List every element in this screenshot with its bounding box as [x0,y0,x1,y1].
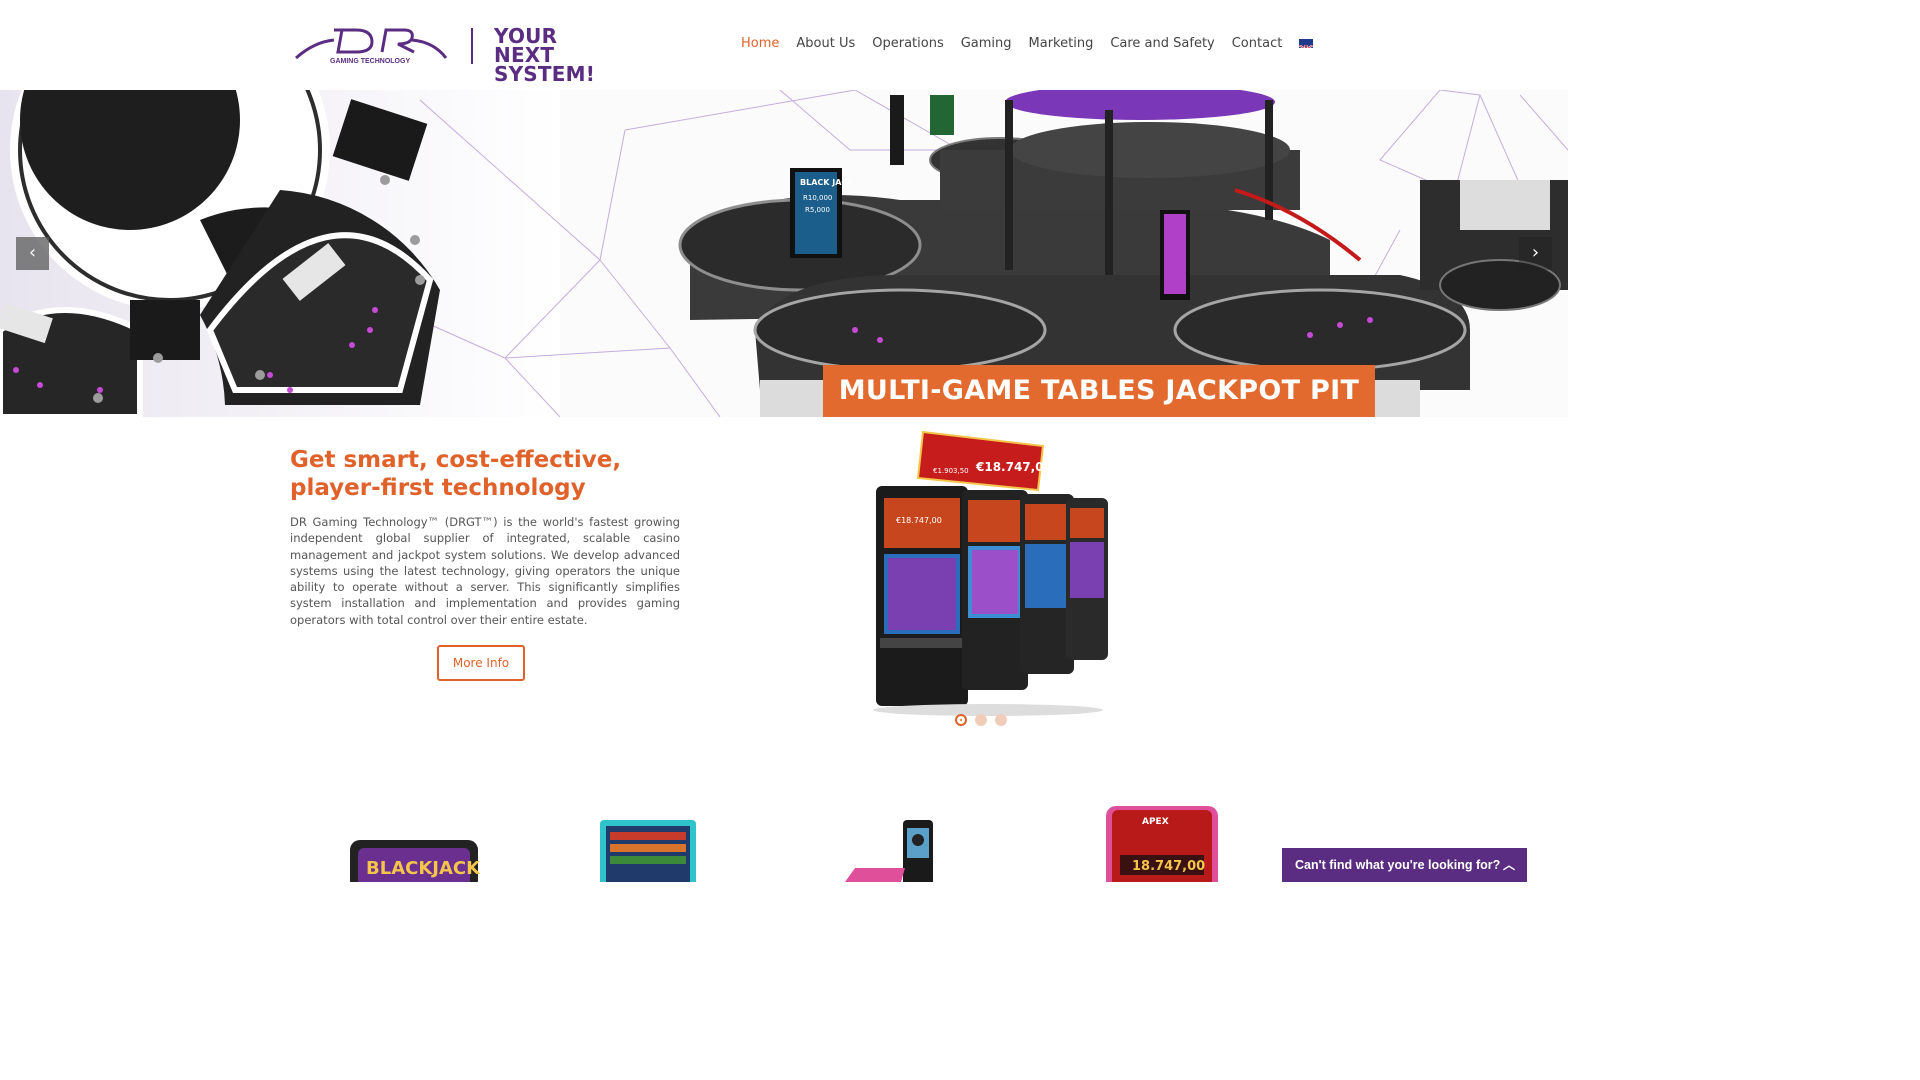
uk-flag-icon[interactable] [1299,39,1314,48]
svg-text:BLACKJACK: BLACKJACK [366,858,480,879]
product-gaming-screen[interactable] [596,818,700,882]
nav-contact[interactable]: Contact [1232,36,1283,51]
chevron-up-icon: ︿ [1502,858,1515,872]
carousel-dot-1[interactable] [955,714,967,726]
logo[interactable]: GAMING TECHNOLOGY YOUR NEXT SYSTEM! [294,22,624,84]
tagline-line-2: SYSTEM! [494,62,596,86]
tagline-line-1: YOUR NEXT [494,24,558,67]
logo-tagline: YOUR NEXT SYSTEM! [494,24,624,86]
logo-divider [471,28,473,64]
site-header: GAMING TECHNOLOGY YOUR NEXT SYSTEM! Home… [0,0,1568,90]
hero-banner-caption: MULTI-GAME TABLES JACKPOT PIT [823,365,1375,417]
intro-body-text: DR Gaming Technology™ (DRGT™) is the wor… [290,515,680,627]
product-blackjack[interactable]: BLACKJACK [348,838,480,882]
svg-text:R5,000: R5,000 [805,206,830,214]
nav-home[interactable]: Home [741,36,779,51]
product-face-scanner[interactable] [845,818,937,882]
help-chat-bar[interactable]: Can't find what you're looking for? ︿ [1282,848,1527,882]
svg-text:€1.903,50: €1.903,50 [933,467,969,475]
more-info-button[interactable]: More Info [437,645,525,681]
svg-text:BLACK JACK: BLACK JACK [800,178,854,187]
svg-text:R10,000: R10,000 [803,194,832,202]
nav-about-us[interactable]: About Us [796,36,855,51]
carousel-dots [955,714,1015,726]
main-nav: Home About Us Operations Gaming Marketin… [741,36,1314,51]
svg-text:€18.747,00: €18.747,00 [896,516,942,525]
slot-machines-image: €18.747,00 €1.903,50 €18.747,00 [868,428,1112,718]
nav-operations[interactable]: Operations [872,36,943,51]
svg-text:€18.747,00: €18.747,00 [975,460,1052,474]
intro-heading: Get smart, cost-effective, player-first … [290,447,622,501]
slider-next-button[interactable]: › [1519,237,1552,270]
hero-slider: BLACK JACK R10,000 R5,000 ‹ › MULTI-GAME… [0,90,1568,417]
carousel-dot-3[interactable] [995,714,1007,726]
carousel-dot-2[interactable] [975,714,987,726]
help-chat-label: Can't find what you're looking for? [1295,858,1501,872]
nav-gaming[interactable]: Gaming [961,36,1012,51]
nav-care-and-safety[interactable]: Care and Safety [1110,36,1214,51]
dr-logo-icon: GAMING TECHNOLOGY [295,28,448,65]
svg-text:GAMING TECHNOLOGY: GAMING TECHNOLOGY [330,58,410,65]
product-apex-machine[interactable]: APEX 18.747,00 [1100,800,1224,882]
svg-text:18.747,00: 18.747,00 [1132,859,1205,874]
slider-prev-button[interactable]: ‹ [16,237,49,270]
svg-text:APEX: APEX [1142,817,1169,827]
nav-marketing[interactable]: Marketing [1029,36,1094,51]
